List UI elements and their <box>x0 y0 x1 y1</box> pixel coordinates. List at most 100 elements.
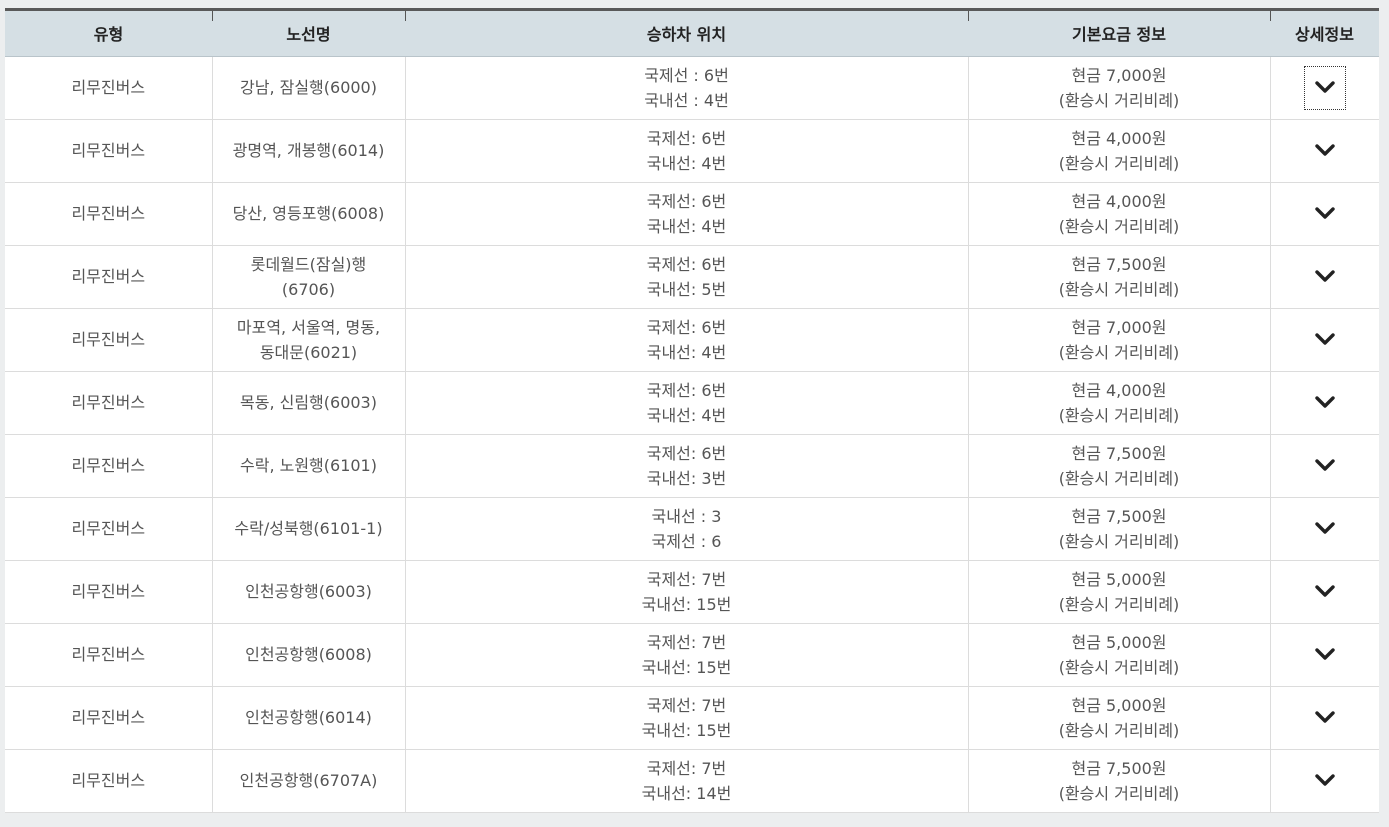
cell-boarding-location-line: 국내선 : 4번 <box>644 90 729 110</box>
cell-boarding-location-line: 국내선: 15번 <box>641 720 732 740</box>
cell-boarding-location-line: 국제선 : 6번 <box>644 65 729 85</box>
cell-boarding-location-line: 국내선: 15번 <box>641 657 732 677</box>
cell-fare-info: 현금 7,500원 (환승시 거리비례) <box>967 434 1270 498</box>
cell-route-name: 당산, 영등포행(6008) <box>211 182 405 246</box>
cell-route-name-line: 인천공항행(6008) <box>245 645 372 664</box>
cell-fare-info-line: (환승시 거리비례) <box>1058 279 1180 299</box>
cell-fare-info-line: 현금 7,000원 <box>1071 317 1167 337</box>
cell-fare-info-line: (환승시 거리비례) <box>1058 153 1180 173</box>
cell-fare-info-line: (환승시 거리비례) <box>1058 90 1180 110</box>
header-fare-info: 기본요금 정보 <box>968 11 1270 57</box>
detail-toggle-button[interactable] <box>1304 570 1346 614</box>
cell-fare-info: 현금 5,000원 (환승시 거리비례) <box>967 686 1270 750</box>
cell-route-name-line: 인천공항행(6003) <box>245 582 372 601</box>
cell-route-name-line: 당산, 영등포행(6008) <box>232 204 385 223</box>
cell-route-name-line: 강남, 잠실행(6000) <box>240 78 377 97</box>
cell-type: 리무진버스 <box>5 371 212 435</box>
cell-boarding-location-line: 국제선 : 6 <box>651 531 722 551</box>
cell-fare-info-line: 현금 5,000원 <box>1071 695 1167 715</box>
cell-boarding-location: 국제선: 6번 국내선: 4번 <box>404 119 968 183</box>
cell-detail <box>1269 119 1379 183</box>
cell-fare-info-line: 현금 5,000원 <box>1071 569 1167 589</box>
table-row: 리무진버스 수락, 노원행(6101) 국제선: 6번 국내선: 3번 현금 7,500… <box>5 434 1379 498</box>
chevron-down-icon <box>1315 206 1335 219</box>
table-row: 리무진버스 인천공항행(6008) 국제선: 7번 국내선: 15번 현금 5,000원… <box>5 623 1379 687</box>
cell-boarding-location-line: 국제선: 7번 <box>646 758 727 778</box>
detail-toggle-button[interactable] <box>1304 759 1346 803</box>
cell-boarding-location-line: 국제선: 6번 <box>646 254 727 274</box>
cell-boarding-location: 국제선 : 6번국내선 : 4번 <box>404 56 968 120</box>
cell-route-name-line: 마포역, 서울역, 명동, <box>236 317 381 337</box>
table-row: 리무진버스 강남, 잠실행(6000) 국제선 : 6번 국내선 : 4번 현금 7,0… <box>5 56 1379 120</box>
table-row: 리무진버스 인천공항행(6707A) 국제선: 7번국내선: 14번 현금 7,500… <box>5 749 1379 813</box>
cell-boarding-location-line: 국제선: 6번 <box>646 443 727 463</box>
cell-fare-info-line: 현금 5,000원 <box>1071 632 1167 652</box>
table-header-row: 유형 노선명 승하차 위치 기본요금 정보 상세정보 <box>5 11 1379 57</box>
cell-boarding-location: 국제선: 7번국내선: 14번 <box>404 749 968 813</box>
cell-detail <box>1269 623 1379 687</box>
cell-type: 리무진버스 <box>5 560 212 624</box>
chevron-down-icon <box>1315 647 1335 660</box>
cell-detail <box>1269 245 1379 309</box>
cell-fare-info-line: (환승시 거리비례) <box>1058 405 1180 425</box>
cell-route-name-line: 광명역, 개봉행(6014) <box>232 141 385 160</box>
cell-fare-info-line: (환승시 거리비례) <box>1058 594 1180 614</box>
cell-boarding-location-line: 국제선: 6번 <box>646 380 727 400</box>
cell-route-name: 수락/성북행(6101-1) <box>211 497 405 561</box>
cell-route-name: 목동, 신림행(6003) <box>211 371 405 435</box>
cell-type: 리무진버스 <box>5 749 212 813</box>
cell-fare-info-line: 현금 7,500원 <box>1071 758 1167 778</box>
cell-type: 리무진버스 <box>5 56 212 120</box>
cell-type: 리무진버스 <box>5 245 212 309</box>
cell-fare-info: 현금 7,000원 (환승시 거리비례) <box>967 56 1270 120</box>
cell-route-name: 수락, 노원행(6101) <box>211 434 405 498</box>
detail-toggle-button[interactable] <box>1304 129 1346 173</box>
detail-toggle-button[interactable] <box>1303 65 1346 110</box>
header-boarding-location: 승하차 위치 <box>405 11 968 57</box>
cell-type: 리무진버스 <box>5 686 212 750</box>
detail-toggle-button[interactable] <box>1304 507 1346 551</box>
cell-fare-info-line: 현금 7,500원 <box>1071 506 1167 526</box>
detail-toggle-button[interactable] <box>1304 255 1346 299</box>
detail-toggle-button[interactable] <box>1304 696 1346 740</box>
cell-boarding-location-line: 국내선 : 3 <box>651 506 722 526</box>
table-row: 리무진버스 인천공항행(6003) 국제선: 7번 국내선: 15번 현금 5,000원… <box>5 560 1379 624</box>
cell-detail <box>1269 308 1379 372</box>
cell-detail <box>1269 371 1379 435</box>
chevron-down-icon <box>1315 710 1335 723</box>
cell-fare-info-line: (환승시 거리비례) <box>1058 216 1180 236</box>
cell-boarding-location-line: 국내선: 14번 <box>641 783 732 803</box>
detail-toggle-button[interactable] <box>1304 444 1346 488</box>
cell-detail <box>1269 182 1379 246</box>
chevron-down-icon <box>1315 584 1335 597</box>
cell-route-name-line: (6706) <box>281 279 336 299</box>
cell-fare-info-line: 현금 4,000원 <box>1071 380 1167 400</box>
table-row: 리무진버스 목동, 신림행(6003) 국제선: 6번국내선: 4번 현금 4,000… <box>5 371 1379 435</box>
detail-toggle-button[interactable] <box>1304 381 1346 425</box>
header-type: 유형 <box>5 11 212 57</box>
cell-boarding-location-line: 국제선: 7번 <box>646 569 727 589</box>
table-row: 리무진버스 롯데월드(잠실)행 (6706) 국제선: 6번 국내선: 5번 현금 7,5… <box>5 245 1379 309</box>
detail-toggle-button[interactable] <box>1304 318 1346 362</box>
cell-boarding-location: 국제선: 7번 국내선: 15번 <box>404 686 968 750</box>
chevron-down-icon <box>1315 395 1335 408</box>
cell-fare-info: 현금 5,000원 (환승시 거리비례) <box>967 623 1270 687</box>
cell-type: 리무진버스 <box>5 623 212 687</box>
cell-route-name-line: 동대문(6021) <box>259 342 358 362</box>
cell-fare-info-line: 현금 4,000원 <box>1071 128 1167 148</box>
chevron-down-icon <box>1315 773 1335 786</box>
cell-fare-info: 현금 7,500원 (환승시 거리비례) <box>967 245 1270 309</box>
cell-detail <box>1269 560 1379 624</box>
cell-type: 리무진버스 <box>5 119 212 183</box>
cell-route-name: 인천공항행(6003) <box>211 560 405 624</box>
detail-toggle-button[interactable] <box>1304 192 1346 236</box>
cell-route-name: 롯데월드(잠실)행 (6706) <box>211 245 405 309</box>
cell-route-name-line: 인천공항행(6707A) <box>239 771 378 790</box>
cell-route-name-line: 롯데월드(잠실)행 <box>250 254 367 274</box>
cell-boarding-location-line: 국제선: 6번 <box>646 191 727 211</box>
cell-fare-info-line: 현금 7,000원 <box>1071 65 1167 85</box>
cell-detail <box>1269 749 1379 813</box>
cell-boarding-location-line: 국내선: 4번 <box>646 405 727 425</box>
cell-fare-info: 현금 5,000원 (환승시 거리비례) <box>967 560 1270 624</box>
detail-toggle-button[interactable] <box>1304 633 1346 677</box>
